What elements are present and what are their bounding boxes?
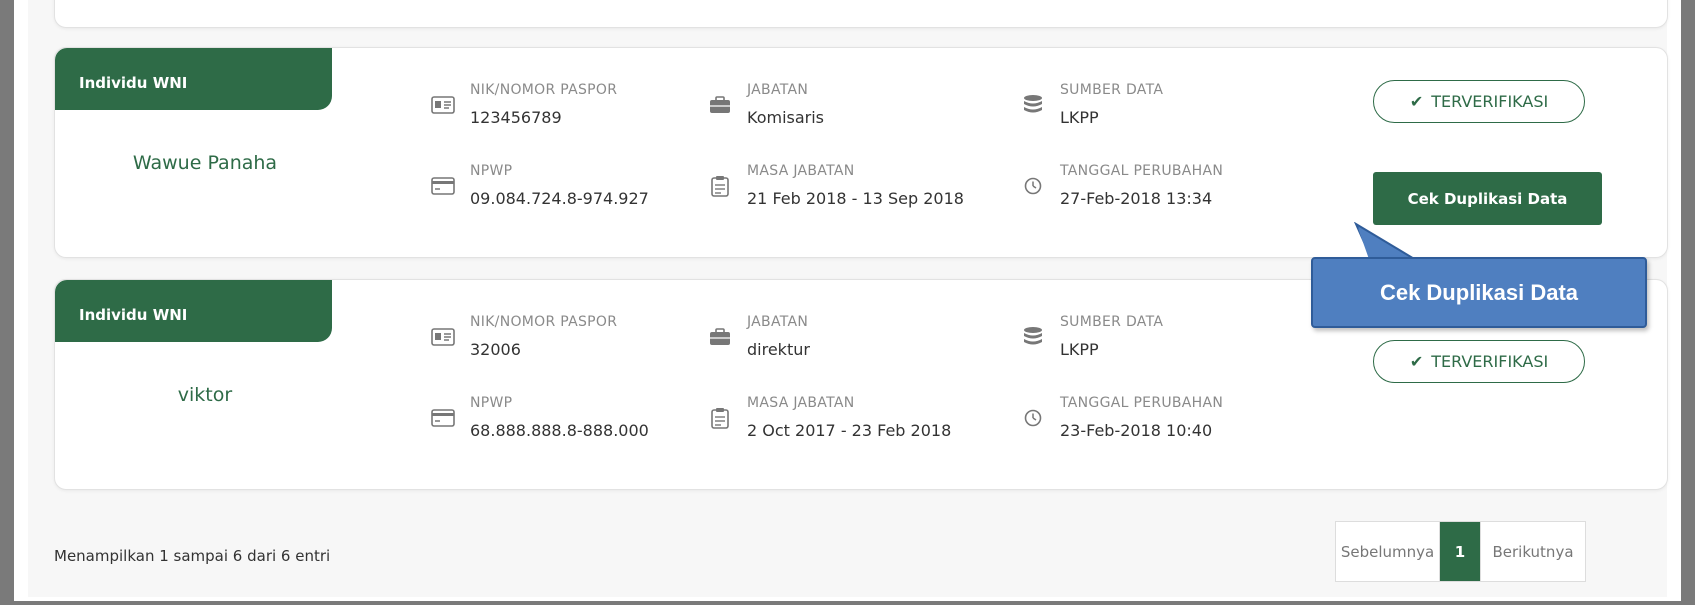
record-type-tab: Individu WNI [55, 48, 332, 110]
briefcase-icon [707, 95, 733, 115]
sumber-data-label: SUMBER DATA [1060, 82, 1164, 98]
jabatan-field: JABATAN Komisaris [707, 81, 824, 128]
id-card-icon [430, 95, 456, 115]
jabatan-field: JABATAN direktur [707, 313, 810, 360]
jabatan-value: direktur [747, 340, 810, 359]
pagination: Sebelumnya 1 Berikutnya [1335, 521, 1586, 582]
nik-value: 32006 [470, 340, 521, 359]
masa-jabatan-value: 2 Oct 2017 - 23 Feb 2018 [747, 421, 952, 440]
status-label: TERVERIFIKASI [1431, 92, 1549, 111]
sumber-data-field: SUMBER DATA LKPP [1020, 81, 1163, 128]
sumber-data-label: SUMBER DATA [1060, 314, 1164, 330]
person-name: viktor [177, 384, 233, 406]
sumber-data-value: LKPP [1060, 340, 1099, 359]
masa-jabatan-field: MASA JABATAN 2 Oct 2017 - 23 Feb 2018 [707, 394, 951, 441]
masa-jabatan-value: 21 Feb 2018 - 13 Sep 2018 [747, 189, 964, 208]
id-card-icon [430, 327, 456, 347]
database-icon [1020, 327, 1046, 347]
npwp-field: NPWP 09.084.724.8-974.927 [430, 162, 649, 209]
previous-card-edge [54, 0, 1668, 28]
pagination-next[interactable]: Berikutnya [1480, 522, 1585, 581]
jabatan-value: Komisaris [747, 108, 825, 127]
clipboard-icon [707, 176, 733, 197]
masa-jabatan-label: MASA JABATAN [747, 163, 855, 179]
npwp-value: 09.084.724.8-974.927 [470, 189, 649, 208]
status-label: TERVERIFIKASI [1431, 352, 1549, 371]
clock-icon [1020, 176, 1046, 196]
record-type-tab: Individu WNI [55, 280, 332, 342]
tanggal-perubahan-field: TANGGAL PERUBAHAN 23-Feb-2018 10:40 [1020, 394, 1223, 441]
tanggal-perubahan-value: 27-Feb-2018 13:34 [1060, 189, 1213, 208]
briefcase-icon [707, 327, 733, 347]
sumber-data-field: SUMBER DATA LKPP [1020, 313, 1163, 360]
npwp-field: NPWP 68.888.888.8-888.000 [430, 394, 649, 441]
database-icon [1020, 95, 1046, 115]
nik-field: NIK/NOMOR PASPOR 123456789 [430, 81, 617, 128]
nik-value: 123456789 [470, 108, 562, 127]
person-name: Wawue Panaha [132, 152, 278, 174]
npwp-label: NPWP [470, 163, 513, 179]
status-badge: ✔ TERVERIFIKASI [1373, 340, 1585, 383]
status-badge: ✔ TERVERIFIKASI [1373, 80, 1585, 123]
pagination-previous[interactable]: Sebelumnya [1336, 522, 1440, 581]
tanggal-perubahan-label: TANGGAL PERUBAHAN [1060, 395, 1224, 411]
sumber-data-value: LKPP [1060, 108, 1099, 127]
jabatan-label: JABATAN [747, 314, 809, 330]
cek-duplikasi-data-button[interactable]: Cek Duplikasi Data [1373, 172, 1602, 225]
check-icon: ✔ [1409, 92, 1424, 111]
masa-jabatan-label: MASA JABATAN [747, 395, 855, 411]
entries-info: Menampilkan 1 sampai 6 dari 6 entri [54, 547, 331, 565]
nik-label: NIK/NOMOR PASPOR [470, 82, 618, 98]
pagination-page-1[interactable]: 1 [1440, 522, 1480, 581]
credit-card-icon [430, 176, 456, 196]
npwp-value: 68.888.888.8-888.000 [470, 421, 649, 440]
clipboard-icon [707, 408, 733, 429]
tanggal-perubahan-field: TANGGAL PERUBAHAN 27-Feb-2018 13:34 [1020, 162, 1223, 209]
jabatan-label: JABATAN [747, 82, 809, 98]
nik-label: NIK/NOMOR PASPOR [470, 314, 618, 330]
nik-field: NIK/NOMOR PASPOR 32006 [430, 313, 617, 360]
npwp-label: NPWP [470, 395, 513, 411]
callout-pointer [1354, 222, 1420, 262]
tanggal-perubahan-label: TANGGAL PERUBAHAN [1060, 163, 1224, 179]
callout-annotation: Cek Duplikasi Data [1311, 257, 1647, 328]
check-icon: ✔ [1409, 352, 1424, 371]
tanggal-perubahan-value: 23-Feb-2018 10:40 [1060, 421, 1213, 440]
credit-card-icon [430, 408, 456, 428]
clock-icon [1020, 408, 1046, 428]
masa-jabatan-field: MASA JABATAN 21 Feb 2018 - 13 Sep 2018 [707, 162, 964, 209]
